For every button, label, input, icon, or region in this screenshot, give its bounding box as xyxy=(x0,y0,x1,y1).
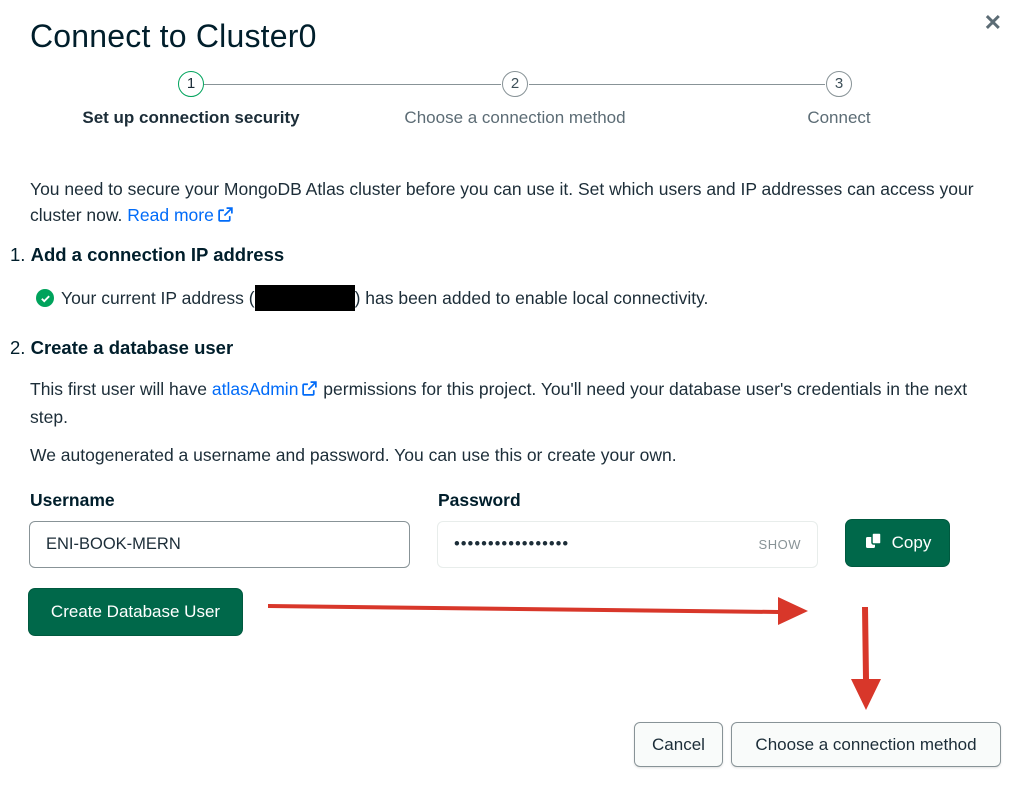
choose-connection-method-button[interactable]: Choose a connection method xyxy=(731,722,1001,767)
arrow-down-annotation xyxy=(851,607,881,710)
arrow-right-annotation xyxy=(268,597,808,625)
cancel-button[interactable]: Cancel xyxy=(634,722,723,767)
annotation-arrows xyxy=(268,597,881,710)
